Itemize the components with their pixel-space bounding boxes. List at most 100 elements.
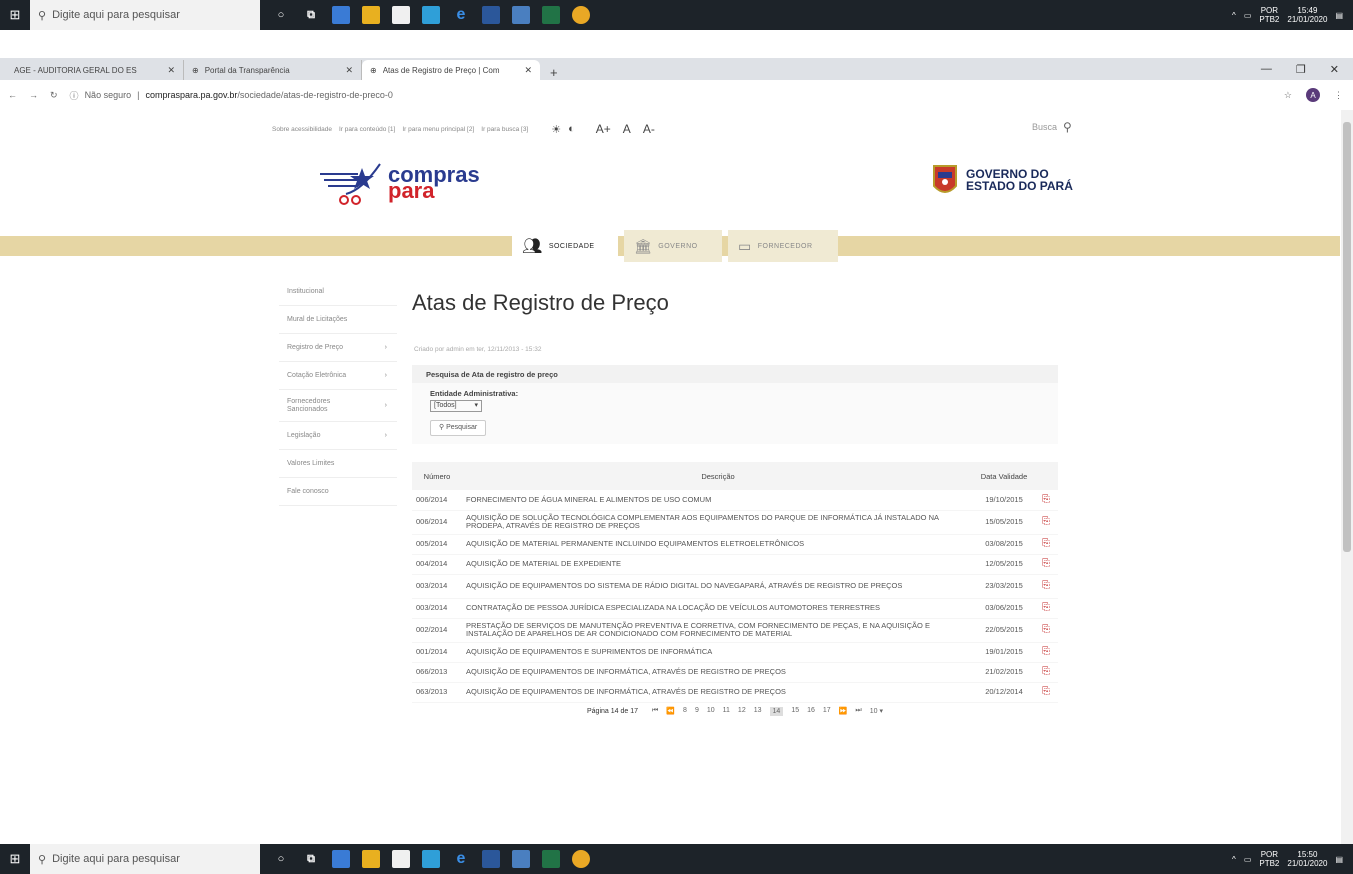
excel-icon[interactable]	[542, 6, 560, 24]
nav-sociedade[interactable]: 👥︎ SOCIEDADE	[512, 230, 618, 262]
page-link[interactable]: 15	[791, 707, 799, 716]
entity-select[interactable]: [Todos] ▾	[430, 400, 482, 412]
table-row[interactable]: 003/2014 AQUISIÇÃO DE EQUIPAMENTOS DO SIS…	[412, 574, 1058, 599]
page-link[interactable]: 10	[707, 707, 715, 716]
cortana-icon[interactable]: ○	[272, 6, 290, 24]
prev-page-icon[interactable]: ⏪	[666, 707, 675, 715]
sidebar-item-registro[interactable]: Registro de Preço ›	[279, 334, 397, 362]
table-row[interactable]: 005/2014 AQUISIÇÃO DE MATERIAL PERMANENTE…	[412, 534, 1058, 555]
table-row[interactable]: 006/2014 FORNECIMENTO DE ÁGUA MINERAL E A…	[412, 490, 1058, 511]
pdf-icon[interactable]: ⎘	[1034, 510, 1058, 535]
word-icon[interactable]	[482, 850, 500, 868]
page-size-select[interactable]: 10 ▾	[870, 707, 883, 715]
app-icon-2[interactable]	[422, 850, 440, 868]
tray-chevron-icon[interactable]: ^	[1232, 11, 1236, 20]
language-indicator[interactable]: POR PTB2	[1259, 850, 1279, 868]
tray-chevron-icon[interactable]: ^	[1232, 855, 1236, 864]
table-row[interactable]: 006/2014 AQUISIÇÃO DE SOLUÇÃO TECNOLÓGICA…	[412, 510, 1058, 535]
brightness-icon[interactable]: ☀	[551, 123, 561, 136]
cell-descricao[interactable]: AQUISIÇÃO DE EQUIPAMENTOS DE INFORMÁTICA…	[462, 682, 974, 703]
network-icon[interactable]: ▭	[1244, 855, 1252, 864]
clock[interactable]: 15:50 21/01/2020	[1287, 850, 1327, 868]
last-page-icon[interactable]: ⏭	[855, 707, 861, 715]
sidebar-item-legislacao[interactable]: Legislação ›	[279, 422, 397, 450]
taskbar-search-box[interactable]: ⚲ Digite aqui para pesquisar	[30, 0, 260, 30]
store-icon[interactable]	[362, 850, 380, 868]
page-link[interactable]: 14	[769, 706, 784, 716]
language-indicator[interactable]: POR PTB2	[1259, 6, 1279, 24]
pdf-icon[interactable]: ⎘	[1034, 682, 1058, 703]
tab-transparencia[interactable]: ⊕ Portal da Transparência ✕	[184, 60, 362, 80]
forward-icon[interactable]: →	[29, 90, 38, 100]
cell-descricao[interactable]: PRESTAÇÃO DE SERVIÇOS DE MANUTENÇÃO PREV…	[462, 618, 974, 643]
menu-icon[interactable]: ⋮	[1334, 90, 1343, 101]
access-link-search[interactable]: Ir para busca [3]	[481, 126, 528, 133]
windows-start-icon[interactable]: ⊞	[0, 844, 30, 874]
taskbar-search-box[interactable]: ⚲ Digite aqui para pesquisar	[30, 844, 260, 874]
sidebar-item-cotacao[interactable]: Cotação Eletrônica ›	[279, 362, 397, 390]
word-icon[interactable]	[482, 6, 500, 24]
sidebar-item-valores[interactable]: Valores Limites	[279, 450, 397, 478]
font-decrease-button[interactable]: A-	[643, 122, 655, 136]
windows-start-icon[interactable]: ⊞	[0, 0, 30, 30]
chrome-icon[interactable]	[572, 850, 590, 868]
governo-para-logo[interactable]: GOVERNO DO ESTADO DO PARÁ	[930, 160, 1073, 200]
app-icon-3[interactable]	[512, 6, 530, 24]
nav-fornecedor[interactable]: ▭ FORNECEDOR	[728, 230, 838, 262]
pdf-icon[interactable]: ⎘	[1034, 574, 1058, 599]
table-row[interactable]: 003/2014 CONTRATAÇÃO DE PESSOA JURÍDICA E…	[412, 598, 1058, 619]
font-normal-button[interactable]: A	[623, 122, 631, 136]
table-row[interactable]: 001/2014 AQUISIÇÃO DE EQUIPAMENTOS E SUPR…	[412, 642, 1058, 663]
sidebar-item-fornecedores[interactable]: Fornecedores Sancionados ›	[279, 390, 397, 422]
page-link[interactable]: 17	[823, 707, 831, 716]
pdf-icon[interactable]: ⎘	[1034, 554, 1058, 575]
sidebar-item-institucional[interactable]: Institucional	[279, 278, 397, 306]
cell-descricao[interactable]: CONTRATAÇÃO DE PESSOA JURÍDICA ESPECIALI…	[462, 598, 974, 619]
close-icon[interactable]: ✕	[524, 65, 532, 76]
page-link[interactable]: 16	[807, 707, 815, 716]
back-icon[interactable]: ←	[8, 90, 17, 100]
first-page-icon[interactable]: ⏮	[652, 707, 658, 715]
search-button[interactable]: ⚲ Pesquisar	[430, 420, 487, 436]
access-link-content[interactable]: Ir para conteúdo [1]	[339, 126, 395, 133]
col-header-descricao[interactable]: Descrição	[462, 462, 974, 490]
page-link[interactable]: 13	[754, 707, 762, 716]
pdf-icon[interactable]: ⎘	[1034, 534, 1058, 555]
access-link-about[interactable]: Sobre acessibilidade	[272, 126, 332, 133]
avatar[interactable]: A	[1306, 88, 1320, 102]
edge-icon[interactable]: e	[452, 6, 470, 24]
access-link-menu[interactable]: Ir para menu principal [2]	[402, 126, 474, 133]
sidebar-item-fale[interactable]: Fale conosco	[279, 478, 397, 506]
store-icon[interactable]	[362, 6, 380, 24]
app-icon-2[interactable]	[422, 6, 440, 24]
nav-governo[interactable]: 🏛︎ GOVERNO	[624, 230, 722, 262]
page-link[interactable]: 12	[738, 707, 746, 716]
info-icon[interactable]: ⓘ	[70, 89, 79, 102]
table-row[interactable]: 063/2013 AQUISIÇÃO DE EQUIPAMENTOS DE INF…	[412, 682, 1058, 703]
url-field[interactable]: ⓘ Não seguro | compraspara.pa.gov.br/soc…	[70, 89, 1272, 102]
pdf-icon[interactable]: ⎘	[1034, 642, 1058, 663]
app-icon-3[interactable]	[512, 850, 530, 868]
network-icon[interactable]: ▭	[1244, 11, 1252, 20]
star-icon[interactable]: ☆	[1284, 90, 1292, 101]
cell-descricao[interactable]: AQUISIÇÃO DE MATERIAL PERMANENTE INCLUIN…	[462, 534, 974, 555]
pdf-icon[interactable]: ⎘	[1034, 598, 1058, 619]
col-header-numero[interactable]: Número	[412, 462, 462, 490]
task-view-icon[interactable]: ⧉	[302, 6, 320, 24]
reload-icon[interactable]: ↻	[50, 90, 58, 101]
cell-descricao[interactable]: AQUISIÇÃO DE EQUIPAMENTOS E SUPRIMENTOS …	[462, 642, 974, 663]
notification-icon[interactable]: ▤	[1335, 855, 1343, 864]
site-search[interactable]: Busca ⚲	[1032, 120, 1072, 134]
pdf-icon[interactable]: ⎘	[1034, 490, 1058, 511]
font-increase-button[interactable]: A+	[596, 122, 611, 136]
excel-icon[interactable]	[542, 850, 560, 868]
page-link[interactable]: 11	[723, 707, 730, 716]
notification-icon[interactable]: ▤	[1335, 11, 1343, 20]
new-tab-icon[interactable]: +	[540, 65, 568, 80]
app-icon-1[interactable]	[332, 6, 350, 24]
table-row[interactable]: 066/2013 AQUISIÇÃO DE EQUIPAMENTOS DE INF…	[412, 662, 1058, 683]
search-icon[interactable]: ⚲	[1063, 120, 1072, 134]
app-icon-1[interactable]	[332, 850, 350, 868]
compras-para-logo[interactable]: compras para	[318, 160, 480, 206]
tab-auditoria[interactable]: AGE - AUDITORIA GERAL DO ES ✕	[6, 60, 184, 80]
